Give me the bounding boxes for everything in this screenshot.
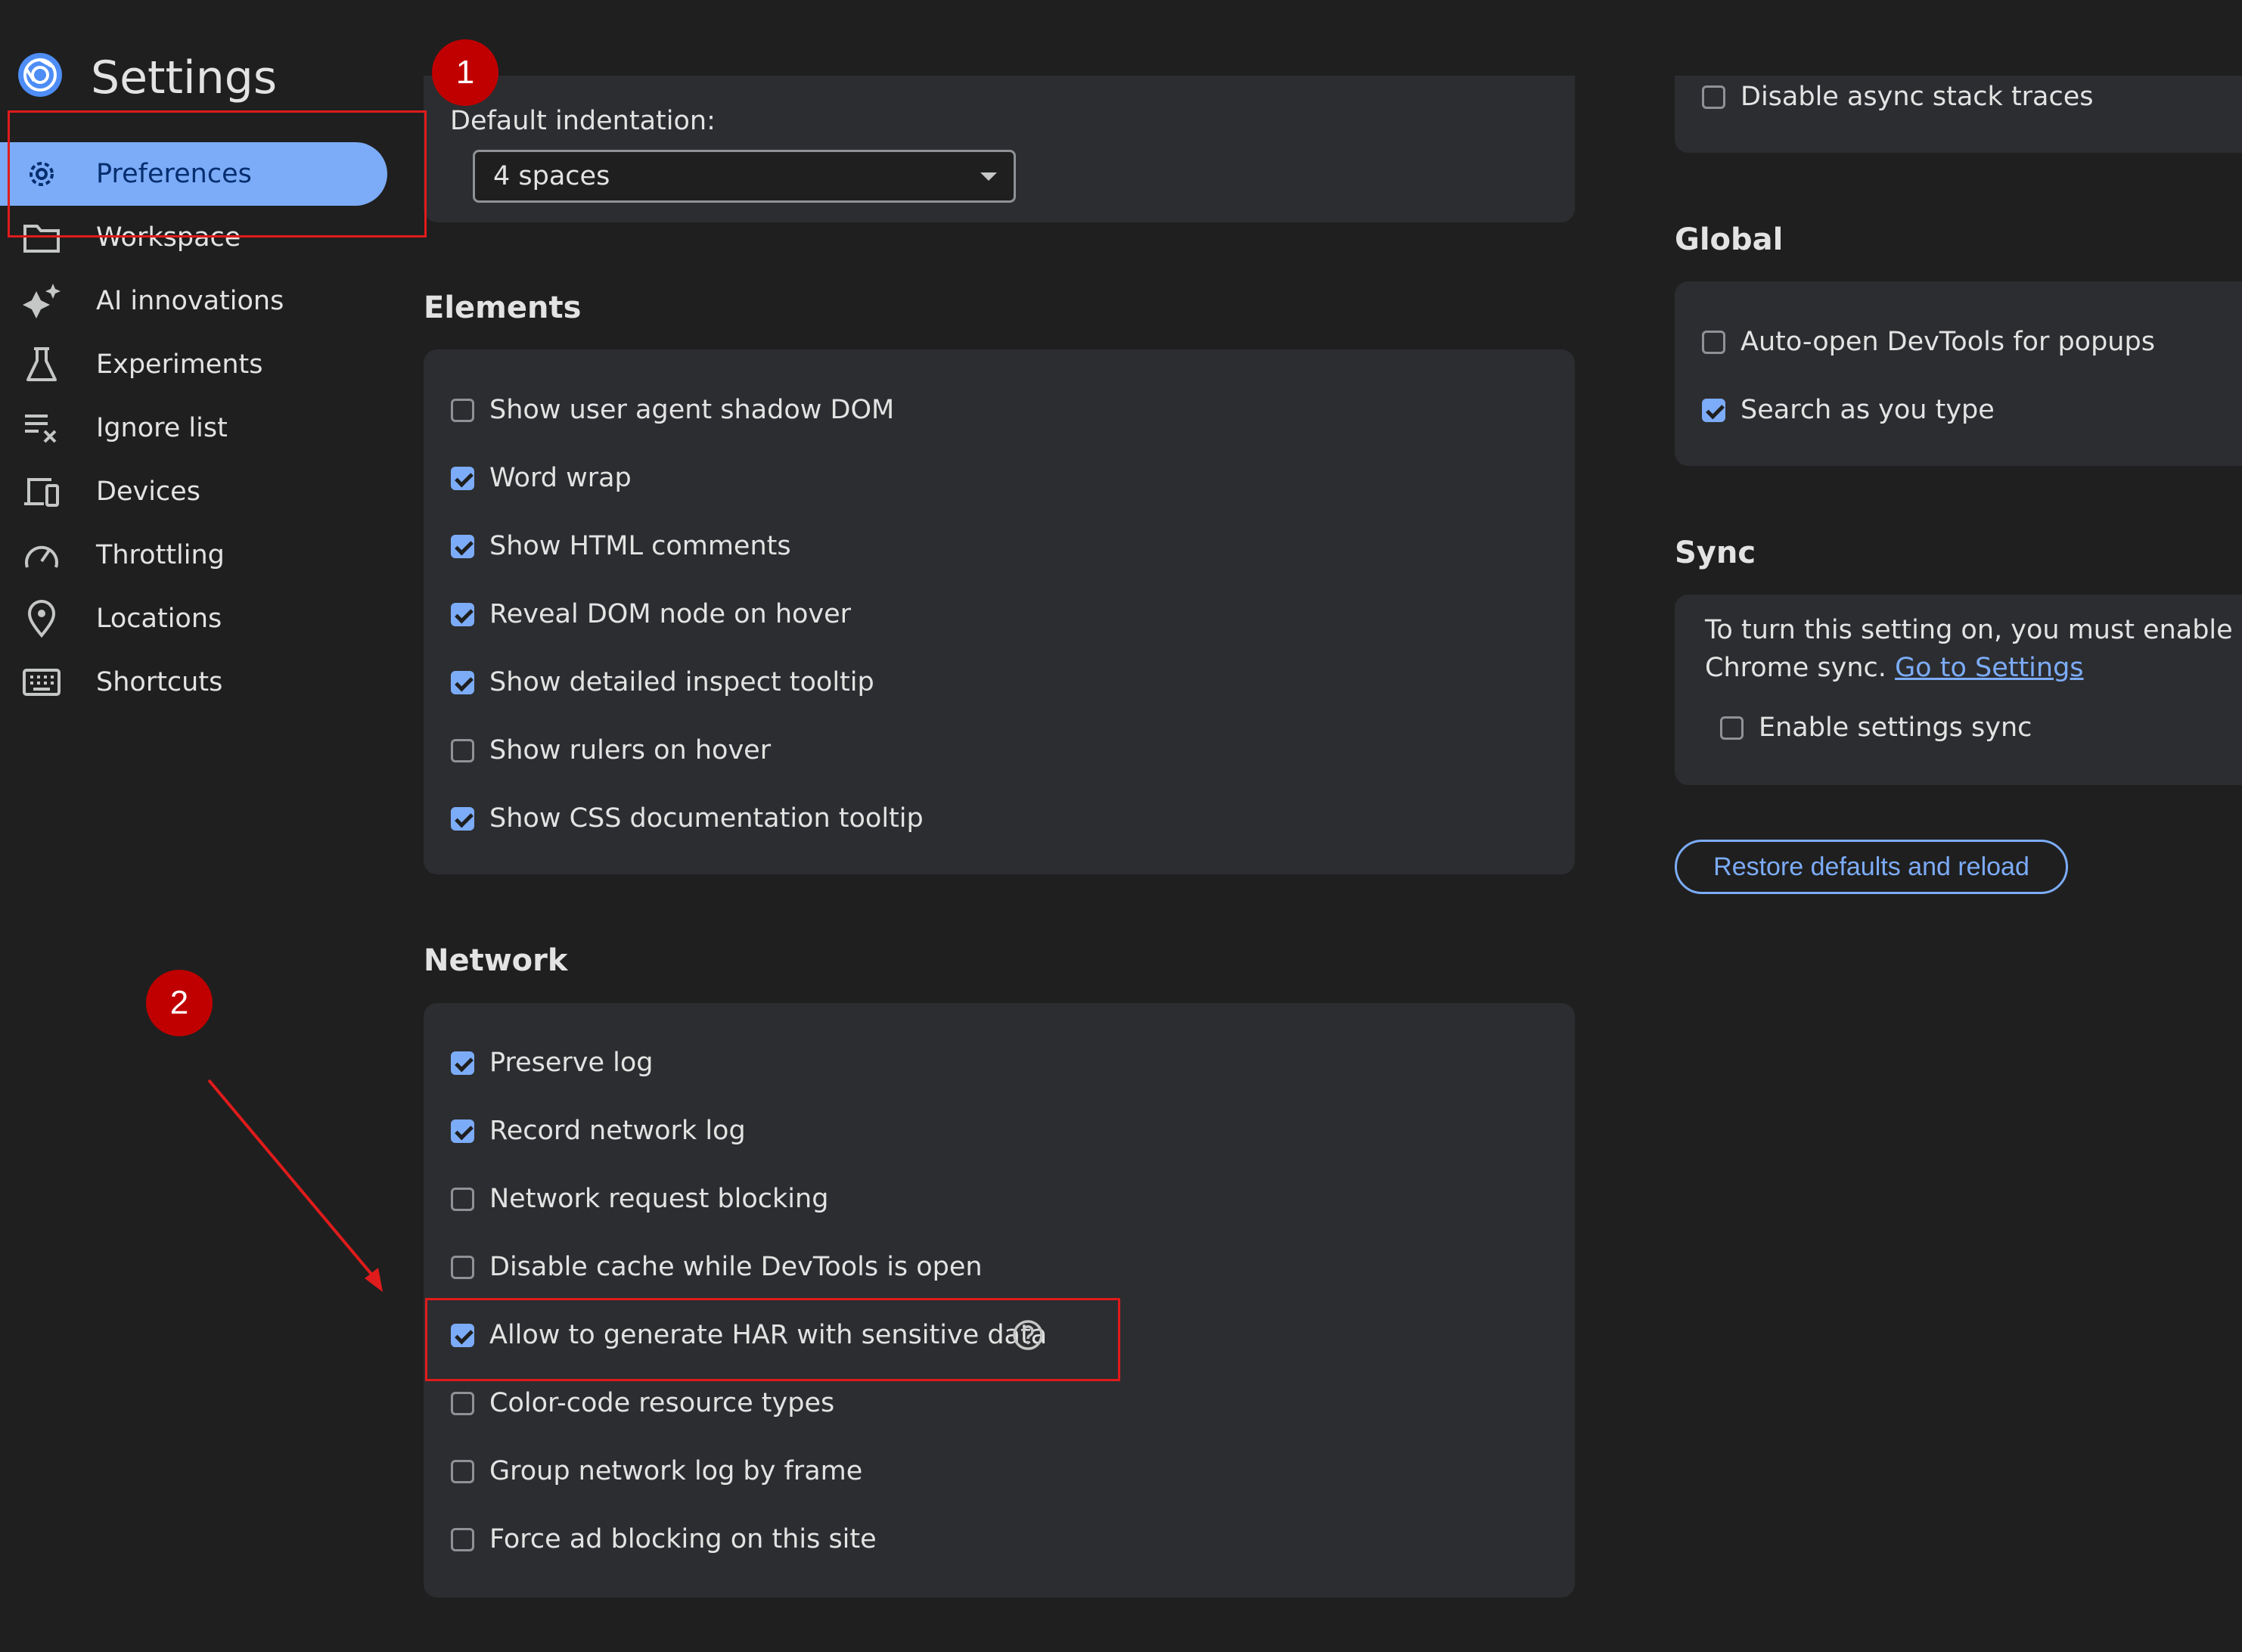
checkbox[interactable] <box>451 806 474 831</box>
checkbox-label: Preserve log <box>489 1048 654 1078</box>
checkbox-row-disable-async-stack-traces[interactable]: Disable async stack traces <box>1702 74 2094 120</box>
default-indentation-label: Default indentation: <box>450 106 716 136</box>
sync-description: To turn this setting on, you must enable… <box>1705 615 2233 683</box>
checkbox-row-disable-cache-while-devtools-is-open[interactable]: Disable cache while DevTools is open <box>451 1244 983 1290</box>
sidebar-item-locations[interactable]: Locations <box>0 587 387 651</box>
checkbox-label: Auto-open DevTools for popups <box>1740 327 2155 357</box>
checkbox-row-preserve-log[interactable]: Preserve log <box>451 1040 654 1085</box>
sidebar-item-label: Shortcuts <box>96 667 223 697</box>
sidebar-item-experiments[interactable]: Experiments <box>0 333 387 396</box>
checkbox-row-force-ad-blocking-on-this-site[interactable]: Force ad blocking on this site <box>451 1517 877 1562</box>
global-section-title: Global <box>1675 222 1784 257</box>
checkbox-label: Record network log <box>489 1116 746 1146</box>
checkbox-label: Force ad blocking on this site <box>489 1524 877 1554</box>
checkbox[interactable] <box>1702 330 1725 354</box>
checkbox-label: Show HTML comments <box>489 531 791 561</box>
checkbox-label: Disable cache while DevTools is open <box>489 1252 983 1282</box>
location-pin-icon <box>21 598 62 639</box>
default-indentation-select[interactable]: 4 spaces <box>473 150 1016 203</box>
checkbox-label: Show detailed inspect tooltip <box>489 667 874 697</box>
chevron-down-icon <box>980 172 997 181</box>
checkbox-label: Word wrap <box>489 463 632 493</box>
chrome-logo-icon <box>18 53 62 97</box>
checkbox-row-show-rulers-on-hover[interactable]: Show rulers on hover <box>451 728 771 773</box>
checkbox[interactable] <box>451 602 474 626</box>
checkbox-row-reveal-dom-node-on-hover[interactable]: Reveal DOM node on hover <box>451 592 851 637</box>
checkbox-label: Show user agent shadow DOM <box>489 395 895 425</box>
checkbox[interactable] <box>451 1187 474 1211</box>
checkbox-row-show-html-comments[interactable]: Show HTML comments <box>451 523 791 569</box>
checkbox-label: Search as you type <box>1740 395 1995 425</box>
sidebar-item-label: Ignore list <box>96 413 228 443</box>
checkbox-label: Group network log by frame <box>489 1456 863 1486</box>
sidebar-item-label: Devices <box>96 477 200 507</box>
checkbox[interactable] <box>1702 398 1725 422</box>
checkbox-row-word-wrap[interactable]: Word wrap <box>451 455 632 501</box>
checkbox-label: Network request blocking <box>489 1184 829 1214</box>
devices-icon <box>21 471 62 512</box>
checkbox[interactable] <box>451 1527 474 1551</box>
checkbox-row-show-user-agent-shadow-dom[interactable]: Show user agent shadow DOM <box>451 387 894 433</box>
checkbox-row-enable-settings-sync[interactable]: Enable settings sync <box>1720 705 2032 750</box>
app-title: Settings <box>91 51 278 104</box>
checkbox[interactable] <box>451 1051 474 1075</box>
checkbox[interactable] <box>451 738 474 762</box>
checkbox-row-show-detailed-inspect-tooltip[interactable]: Show detailed inspect tooltip <box>451 660 874 705</box>
checkbox[interactable] <box>451 1255 474 1279</box>
checkbox[interactable] <box>451 1459 474 1483</box>
sidebar-item-label: Experiments <box>96 349 263 380</box>
sidebar-item-ai-innovations[interactable]: AI innovations <box>0 269 387 333</box>
elements-section-title: Elements <box>424 290 582 325</box>
sidebar-item-label: AI innovations <box>96 286 284 316</box>
ignore-list-icon <box>21 408 62 449</box>
checkbox-label: Disable async stack traces <box>1740 82 2094 112</box>
flask-icon <box>21 344 62 385</box>
sidebar-item-label: Throttling <box>96 540 225 570</box>
annotation-badge-1: 1 <box>432 39 498 106</box>
sidebar-item-shortcuts[interactable]: Shortcuts <box>0 651 387 714</box>
highlight-box-preferences <box>8 110 427 238</box>
checkbox-row-network-request-blocking[interactable]: Network request blocking <box>451 1176 828 1222</box>
checkbox-row-record-network-log[interactable]: Record network log <box>451 1108 746 1154</box>
checkbox[interactable] <box>1702 85 1725 109</box>
checkbox[interactable] <box>451 1119 474 1143</box>
checkbox-label: Reveal DOM node on hover <box>489 599 852 629</box>
highlight-box-har-option <box>425 1298 1120 1381</box>
keyboard-icon <box>21 662 62 703</box>
checkbox-label: Enable settings sync <box>1759 713 2032 743</box>
default-indentation-value: 4 spaces <box>493 161 610 191</box>
sidebar-item-ignore-list[interactable]: Ignore list <box>0 396 387 460</box>
checkbox-row-search-as-you-type[interactable]: Search as you type <box>1702 387 1995 433</box>
checkbox-row-auto-open-devtools-for-popups[interactable]: Auto-open DevTools for popups <box>1702 319 2155 365</box>
go-to-settings-link[interactable]: Go to Settings <box>1895 653 2083 683</box>
sidebar-item-throttling[interactable]: Throttling <box>0 523 387 587</box>
global-card <box>1675 281 2242 466</box>
sync-section-title: Sync <box>1675 536 1756 570</box>
sparkle-icon <box>21 281 62 321</box>
checkbox[interactable] <box>451 398 474 422</box>
sidebar-item-devices[interactable]: Devices <box>0 460 387 523</box>
checkbox-row-group-network-log-by-frame[interactable]: Group network log by frame <box>451 1449 862 1494</box>
sidebar-item-label: Locations <box>96 604 222 634</box>
checkbox[interactable] <box>451 670 474 694</box>
checkbox[interactable] <box>1720 716 1744 740</box>
checkbox-label: Color-code resource types <box>489 1388 835 1418</box>
network-section-title: Network <box>424 943 568 978</box>
restore-defaults-button[interactable]: Restore defaults and reload <box>1675 840 2068 894</box>
checkbox[interactable] <box>451 534 474 558</box>
checkbox-row-color-code-resource-types[interactable]: Color-code resource types <box>451 1380 834 1426</box>
gauge-icon <box>21 535 62 576</box>
checkbox-label: Show CSS documentation tooltip <box>489 803 924 834</box>
checkbox-row-show-css-documentation-tooltip[interactable]: Show CSS documentation tooltip <box>451 796 924 841</box>
checkbox[interactable] <box>451 1391 474 1415</box>
checkbox-label: Show rulers on hover <box>489 735 772 765</box>
annotation-badge-2: 2 <box>146 970 213 1036</box>
checkbox[interactable] <box>451 466 474 490</box>
